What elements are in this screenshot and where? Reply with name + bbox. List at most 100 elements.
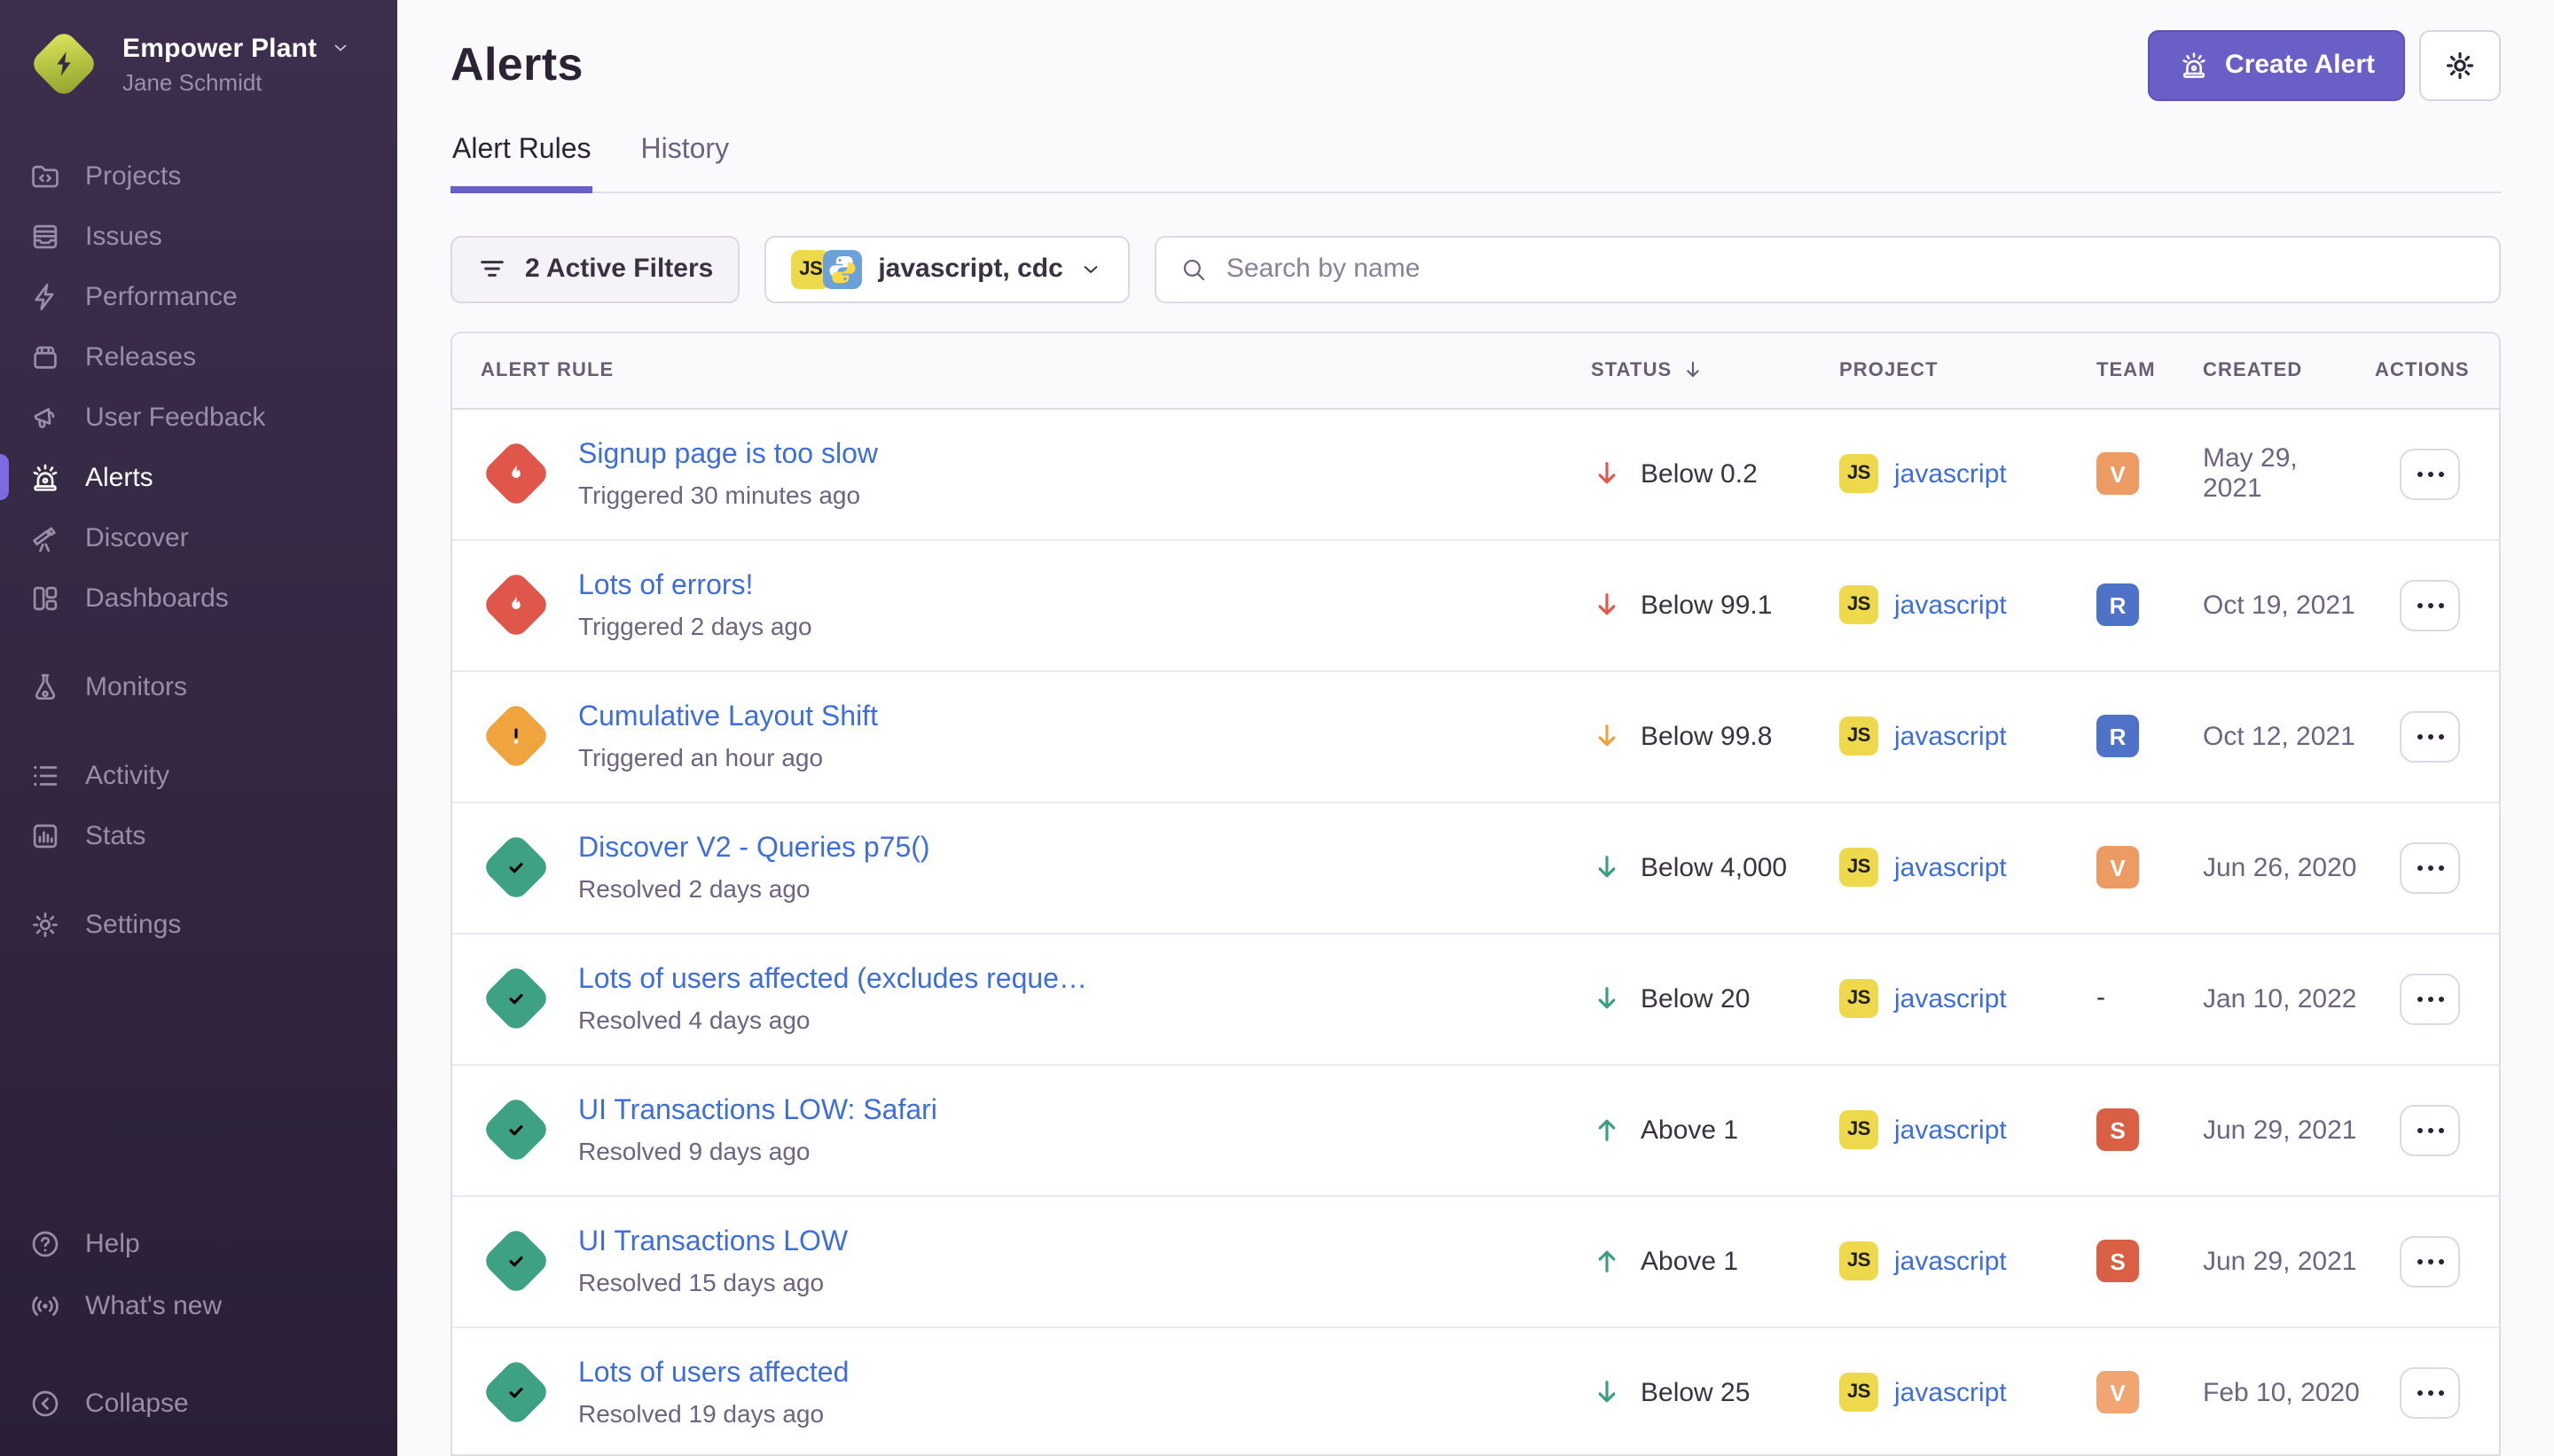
table-header: Alert Rule Status Project Team Created A…: [452, 333, 2499, 410]
alert-rule-link[interactable]: Lots of users affected (excludes reque…: [578, 964, 1087, 999]
project-link[interactable]: javascript: [1894, 459, 2007, 489]
created-cell: Oct 19, 2021: [2174, 591, 2361, 621]
sidebar-item-monitors[interactable]: Monitors: [0, 656, 397, 716]
project-filter-dropdown[interactable]: JS javascript, cdc: [764, 236, 1130, 303]
project-link[interactable]: javascript: [1894, 984, 2007, 1014]
sidebar-group: Monitors: [0, 656, 397, 716]
sidebar-item-user-feedback[interactable]: User Feedback: [0, 387, 397, 447]
alert-rule-link[interactable]: Cumulative Layout Shift: [578, 701, 878, 737]
row-actions-button[interactable]: [2400, 1236, 2460, 1288]
team-cell: V: [2068, 1372, 2174, 1414]
team-empty: -: [2096, 983, 2105, 1014]
sidebar-item-activity[interactable]: Activity: [0, 745, 397, 805]
alert-rule-cell: Lots of users affectedResolved 19 days a…: [452, 1335, 1563, 1452]
alert-rule-link[interactable]: UI Transactions LOW: Safari: [578, 1095, 937, 1131]
alert-rule-subtitle: Triggered an hour ago: [578, 744, 878, 772]
org-switcher[interactable]: Empower Plant Jane Schmidt: [0, 0, 397, 99]
row-actions-button[interactable]: [2400, 580, 2460, 631]
alert-rule-link[interactable]: Signup page is too slow: [578, 439, 878, 474]
flame-icon: [502, 460, 530, 489]
javascript-icon: JS: [1839, 717, 1878, 756]
check-icon: [502, 1116, 530, 1145]
row-actions-button[interactable]: [2400, 449, 2460, 500]
sidebar-item-settings[interactable]: Settings: [0, 894, 397, 954]
project-cell: JSjavascript: [1811, 1111, 2068, 1150]
created-cell: Jun 26, 2020: [2174, 853, 2361, 883]
severity-warning-icon: [481, 701, 552, 772]
team-cell: R: [2068, 584, 2174, 627]
sidebar-item-performance[interactable]: Performance: [0, 266, 397, 326]
alert-rule-link[interactable]: UI Transactions LOW: [578, 1226, 848, 1262]
org-name: Empower Plant: [122, 33, 317, 63]
project-link[interactable]: javascript: [1894, 853, 2007, 883]
tab-alert-rules[interactable]: Alert Rules: [450, 135, 593, 193]
project-link[interactable]: javascript: [1894, 722, 2007, 752]
column-header-created: Created: [2174, 360, 2361, 381]
status-cell: Below 99.8: [1563, 721, 1811, 753]
sidebar-item-what-s-new[interactable]: What's new: [0, 1275, 397, 1335]
sidebar-item-stats[interactable]: Stats: [0, 805, 397, 865]
alert-rule-subtitle: Resolved 4 days ago: [578, 1006, 1087, 1035]
settings-icon: [28, 907, 62, 941]
column-header-status[interactable]: Status: [1563, 359, 1811, 382]
alert-rule-link[interactable]: Discover V2 - Queries p75(): [578, 833, 930, 868]
org-meta: Empower Plant Jane Schmidt: [122, 33, 350, 95]
exclamation-icon: [502, 723, 530, 751]
severity-critical-icon: [481, 439, 552, 510]
sidebar-item-issues[interactable]: Issues: [0, 206, 397, 266]
issues-icon: [28, 219, 62, 253]
sidebar-group: Settings: [0, 894, 397, 954]
team-cell: R: [2068, 716, 2174, 758]
alerts-icon: [28, 460, 62, 494]
actions-cell: [2361, 580, 2499, 631]
sidebar-item-alerts[interactable]: Alerts: [0, 447, 397, 507]
javascript-icon: JS: [1839, 1242, 1878, 1281]
active-filters-button[interactable]: 2 Active Filters: [450, 236, 740, 303]
sidebar-item-discover[interactable]: Discover: [0, 507, 397, 568]
status-text: Below 20: [1641, 984, 1750, 1014]
row-actions-button[interactable]: [2400, 842, 2460, 894]
sidebar-item-releases[interactable]: Releases: [0, 326, 397, 387]
sidebar-item-collapse[interactable]: Collapse: [0, 1373, 397, 1433]
project-link[interactable]: javascript: [1894, 1115, 2007, 1146]
arrow-down-icon: [1591, 983, 1623, 1015]
sidebar: Empower Plant Jane Schmidt ProjectsIssue…: [0, 0, 397, 1456]
create-alert-button[interactable]: Create Alert: [2147, 30, 2405, 101]
status-cell: Below 20: [1563, 983, 1811, 1015]
row-actions-button[interactable]: [2400, 974, 2460, 1025]
settings-button[interactable]: [2419, 30, 2501, 101]
tab-history[interactable]: History: [639, 135, 732, 193]
status-cell: Above 1: [1563, 1246, 1811, 1278]
project-link[interactable]: javascript: [1894, 591, 2007, 621]
sidebar-item-help[interactable]: Help: [0, 1213, 397, 1273]
sidebar-item-projects[interactable]: Projects: [0, 145, 397, 206]
status-text: Above 1: [1641, 1247, 1738, 1277]
sidebar-footer: Help What's new: [0, 1213, 397, 1337]
alert-rule-subtitle: Resolved 2 days ago: [578, 875, 930, 904]
created-cell: Jun 29, 2021: [2174, 1115, 2361, 1146]
sidebar-item-label: Performance: [85, 281, 238, 311]
row-actions-button[interactable]: [2400, 711, 2460, 763]
row-actions-button[interactable]: [2400, 1367, 2460, 1419]
table-body: Signup page is too slowTriggered 30 minu…: [452, 410, 2499, 1456]
project-link[interactable]: javascript: [1894, 1378, 2007, 1408]
project-cell: JSjavascript: [1811, 586, 2068, 625]
status-text: Above 1: [1641, 1115, 1738, 1146]
sidebar-item-dashboards[interactable]: Dashboards: [0, 568, 397, 628]
alert-rule-cell: Discover V2 - Queries p75() Resolved 2 da…: [452, 810, 1563, 927]
alert-rule-link[interactable]: Lots of errors!: [578, 570, 812, 606]
project-link[interactable]: javascript: [1894, 1247, 2007, 1277]
severity-resolved-icon: [481, 1358, 552, 1429]
sidebar-item-label: Collapse: [85, 1388, 189, 1418]
user-feedback-icon: [28, 400, 62, 434]
actions-cell: [2361, 974, 2499, 1025]
search-input[interactable]: [1226, 238, 2476, 301]
gear-icon: [2442, 48, 2478, 83]
check-icon: [502, 1248, 530, 1276]
alert-rule-cell: UI Transactions LOW: SafariResolved 9 da…: [452, 1072, 1563, 1189]
alert-rule-cell: UI Transactions LOWResolved 15 days ago: [452, 1203, 1563, 1320]
row-actions-button[interactable]: [2400, 1105, 2460, 1156]
alert-rule-link[interactable]: Lots of users affected: [578, 1358, 849, 1393]
sidebar-item-label: What's new: [85, 1290, 222, 1320]
alert-rule-cell: Cumulative Layout Shift Triggered an hour…: [452, 678, 1563, 795]
